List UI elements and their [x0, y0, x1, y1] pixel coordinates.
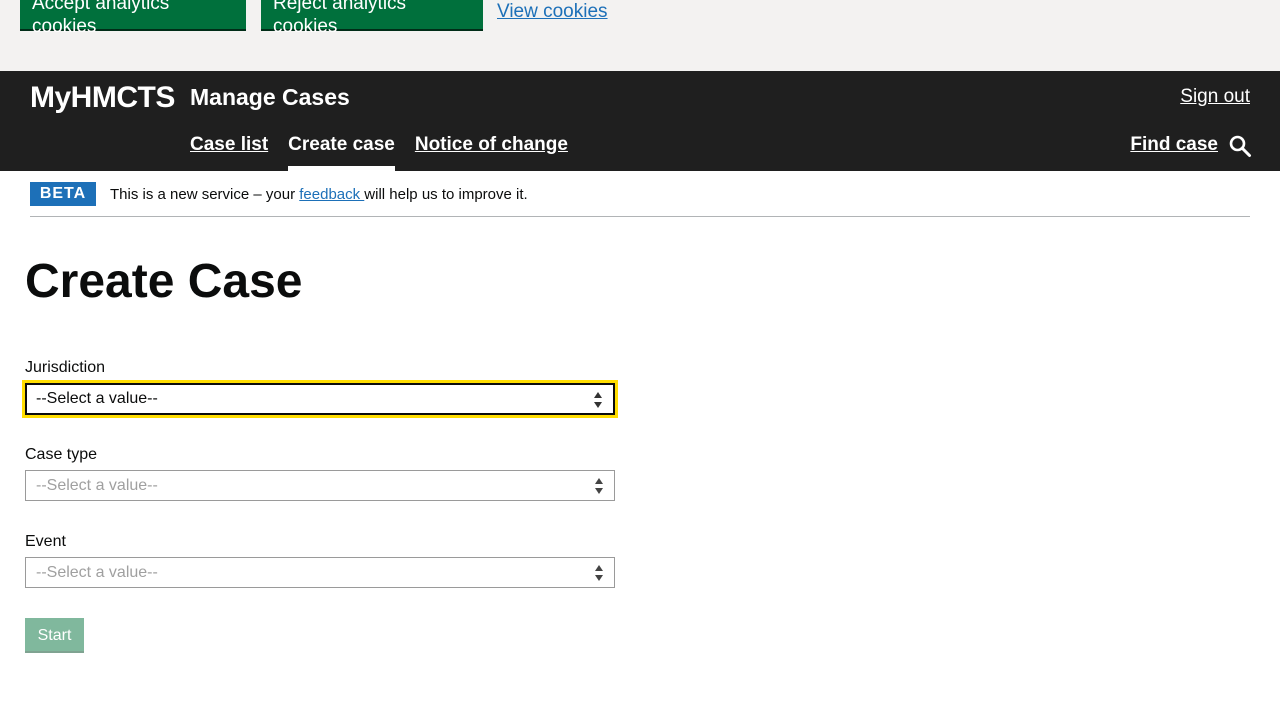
event-select[interactable]: --Select a value-- [25, 557, 615, 588]
primary-nav: Case list Create case Notice of change [190, 133, 568, 171]
site-header: MyHMCTS Manage Cases Sign out Case list … [0, 71, 1280, 171]
sign-out-link[interactable]: Sign out [1180, 85, 1250, 109]
cookie-banner: Accept analytics cookies Reject analytic… [0, 0, 1280, 71]
case-type-select-value: --Select a value-- [36, 477, 158, 494]
select-arrows-icon [594, 392, 602, 408]
nav-create-case[interactable]: Create case [288, 133, 395, 171]
case-type-select[interactable]: --Select a value-- [25, 470, 615, 501]
service-name: Manage Cases [190, 84, 350, 110]
myhmcts-logo[interactable]: MyHMCTS [30, 81, 175, 115]
reject-analytics-cookies-button[interactable]: Reject analytics cookies [261, 0, 483, 37]
case-type-label: Case type [25, 446, 98, 463]
phase-text-after: will help us to improve it. [364, 186, 528, 203]
search-icon[interactable] [1228, 134, 1252, 158]
nav-notice-of-change[interactable]: Notice of change [415, 133, 568, 171]
event-label: Event [25, 533, 66, 550]
find-case-link[interactable]: Find case [1130, 133, 1218, 157]
event-select-value: --Select a value-- [36, 564, 158, 581]
beta-tag: BETA [30, 182, 96, 206]
jurisdiction-label: Jurisdiction [25, 359, 106, 376]
select-arrows-icon [595, 565, 603, 581]
page-title: Create Case [25, 255, 303, 308]
jurisdiction-select-value: --Select a value-- [36, 390, 158, 407]
jurisdiction-select[interactable]: --Select a value-- [22, 380, 618, 418]
nav-case-list[interactable]: Case list [190, 133, 268, 171]
view-cookies-link[interactable]: View cookies [497, 0, 608, 23]
phase-text-before: This is a new service – your [110, 186, 300, 203]
select-arrows-icon [595, 478, 603, 494]
phase-banner: BETA This is a new service – your feedba… [30, 182, 1250, 217]
phase-banner-text: This is a new service – your feedback wi… [110, 185, 528, 204]
feedback-link[interactable]: feedback [299, 186, 364, 203]
start-button[interactable]: Start [25, 618, 84, 653]
accept-analytics-cookies-button[interactable]: Accept analytics cookies [20, 0, 246, 37]
